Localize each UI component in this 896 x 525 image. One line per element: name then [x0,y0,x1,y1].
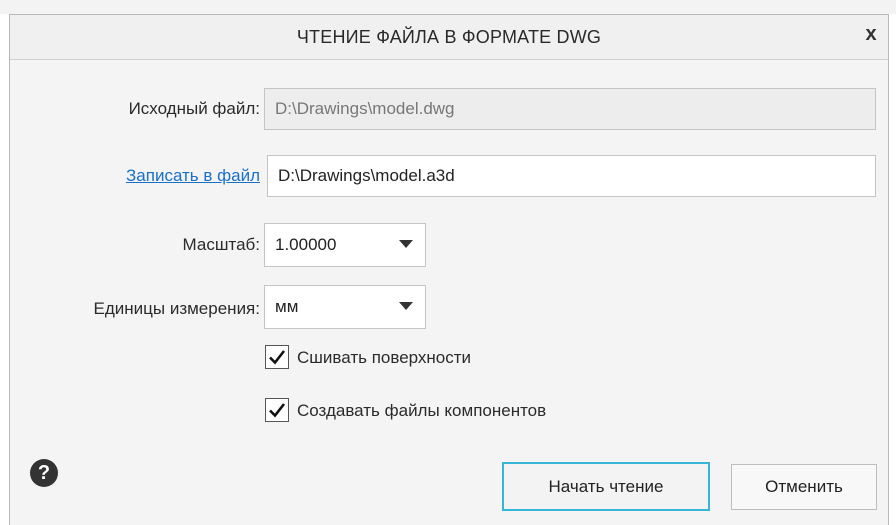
cancel-button[interactable]: Отменить [731,464,877,510]
source-file-label: Исходный файл: [128,99,260,118]
chevron-down-icon [399,302,413,310]
start-reading-button[interactable]: Начать чтение [502,462,710,511]
close-icon[interactable]: x [860,21,882,47]
write-to-file-link[interactable]: Записать в файл [10,164,260,188]
create-component-files-label: Создавать файлы компонентов [297,401,547,420]
dwg-import-dialog: ЧТЕНИЕ ФАЙЛА В ФОРМАТЕ DWG x Исходный фа… [9,14,889,525]
scale-value: 1.00000 [275,235,337,254]
units-label: Единицы измерения: [93,299,260,318]
units-value: мм [275,297,299,316]
output-file-field[interactable] [267,155,876,197]
dialog-titlebar: ЧТЕНИЕ ФАЙЛА В ФОРМАТЕ DWG x [10,15,888,60]
source-file-field [264,88,876,130]
help-icon[interactable]: ? [30,459,58,487]
create-component-files-checkbox[interactable] [265,398,289,422]
scale-label: Масштаб: [182,235,260,254]
checkmark-icon [269,350,286,365]
units-select[interactable]: мм [264,285,426,329]
dialog-title: ЧТЕНИЕ ФАЙЛА В ФОРМАТЕ DWG [296,27,602,47]
stitch-surfaces-label: Сшивать поверхности [297,348,472,367]
background-strip [0,0,896,14]
stitch-surfaces-checkbox[interactable] [265,345,289,369]
checkmark-icon [269,403,286,418]
scale-select[interactable]: 1.00000 [264,223,426,267]
chevron-down-icon [399,240,413,248]
